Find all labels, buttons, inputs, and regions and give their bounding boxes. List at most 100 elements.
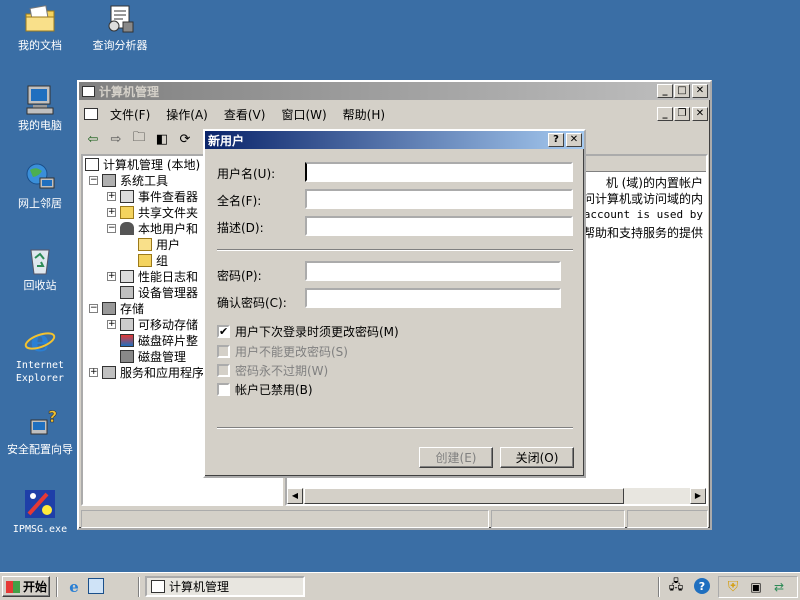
forward-arrow-icon[interactable]: ⇨ <box>106 130 126 148</box>
desktop-icon-internet-explorer[interactable]: e Internet Explorer <box>0 324 80 385</box>
account-disabled-checkbox[interactable]: 帐户已禁用(B) <box>217 381 313 398</box>
expand-icon[interactable]: + <box>107 271 116 281</box>
dialog-close-button[interactable]: ✕ <box>566 133 582 147</box>
tree-item[interactable]: 磁盘管理 <box>120 348 186 364</box>
desktop-icon-query-analyzer[interactable]: 查询分析器 <box>80 4 160 52</box>
password-label: 密码(P): <box>217 269 262 283</box>
collapse-icon[interactable]: − <box>89 303 98 313</box>
back-arrow-icon[interactable]: ⇦ <box>83 130 103 148</box>
checkbox-box[interactable] <box>217 345 230 358</box>
tree-item-label: 组 <box>156 253 169 268</box>
tree-item-label: 共享文件夹 <box>138 205 199 220</box>
refresh-icon[interactable]: ⟳ <box>175 130 195 148</box>
maximize-button[interactable]: □ <box>674 84 690 98</box>
menu-view[interactable]: 查看(V) <box>216 106 274 123</box>
my-computer-icon <box>23 84 57 116</box>
svg-text:e: e <box>30 324 49 356</box>
tree-item-label: 可移动存储 <box>138 317 199 332</box>
horizontal-scrollbar[interactable]: ◀ ▶ <box>287 488 706 504</box>
show-desktop-icon[interactable] <box>88 578 104 594</box>
shared-folder-icon <box>120 205 134 219</box>
scroll-left-icon[interactable]: ◀ <box>287 488 303 504</box>
new-user-dialog[interactable]: 新用户 ? ✕ 用户名(U): 全名(F): 描述(D): 密码(P): 确认密… <box>203 129 586 478</box>
desktop-icon-network[interactable]: 网上邻居 <box>0 162 80 210</box>
checkbox-box[interactable] <box>217 383 230 396</box>
tree-item[interactable]: + 可移动存储 <box>107 316 198 332</box>
dialog-titlebar[interactable]: 新用户 ? ✕ <box>205 131 584 149</box>
tree-item[interactable]: + 性能日志和 <box>107 268 198 284</box>
must-change-password-checkbox[interactable]: ✔ 用户下次登录时须更改密码(M) <box>217 323 399 340</box>
username-field[interactable] <box>305 162 573 182</box>
menu-file[interactable]: 文件(F) <box>102 106 158 123</box>
quick-launch-divider <box>56 577 58 597</box>
tree-item[interactable]: + 共享文件夹 <box>107 204 198 220</box>
shield-tray-icon[interactable]: ⛨ <box>723 578 743 596</box>
display-tray-icon[interactable]: ▣ <box>746 578 766 596</box>
close-dialog-button[interactable]: 关闭(O) <box>500 447 574 468</box>
checkbox-box[interactable] <box>217 364 230 377</box>
network-tray-icon[interactable]: 🖧 <box>666 578 686 596</box>
tree-item[interactable]: − 系统工具 <box>89 172 168 188</box>
tree-item[interactable]: − 本地用户和 <box>107 220 198 236</box>
tree-item[interactable]: − 存储 <box>89 300 144 316</box>
tree-item[interactable]: 计算机管理 (本地) <box>85 156 200 172</box>
menu-action[interactable]: 操作(A) <box>158 106 216 123</box>
desktop-icon-my-computer[interactable]: 我的电脑 <box>0 84 80 132</box>
confirm-password-field[interactable] <box>305 288 561 308</box>
tree-item-label: 系统工具 <box>120 173 169 188</box>
tree-item[interactable]: 磁盘碎片整 <box>120 332 198 348</box>
tree-item[interactable]: + 事件查看器 <box>107 188 198 204</box>
scroll-right-icon[interactable]: ▶ <box>690 488 706 504</box>
minimize-button[interactable]: _ <box>657 84 673 98</box>
main-window-titlebar[interactable]: 计算机管理 _ □ ✕ <box>79 82 710 100</box>
query-analyzer-icon <box>103 4 137 36</box>
expand-icon[interactable]: + <box>107 207 116 217</box>
create-button[interactable]: 创建(E) <box>419 447 493 468</box>
start-button[interactable]: 开始 <box>2 576 50 597</box>
safely-remove-tray-icon[interactable]: ⇄ <box>769 578 789 596</box>
details-line: 问计算机或访问域的内 <box>582 192 703 206</box>
system-tray: ⛨ ▣ ⇄ <box>718 576 798 598</box>
help-button[interactable]: ? <box>548 133 564 147</box>
folder-open-icon <box>138 237 152 251</box>
scroll-thumb[interactable] <box>304 488 624 504</box>
collapse-icon[interactable]: − <box>89 175 98 185</box>
collapse-icon[interactable]: − <box>107 223 116 233</box>
up-folder-icon[interactable]: 🗀 <box>129 130 149 148</box>
desktop-icon-label-line1: Internet <box>15 360 65 371</box>
tree-item[interactable]: 用户 <box>138 236 180 252</box>
description-field[interactable] <box>305 216 573 236</box>
ie-quicklaunch-icon[interactable]: e <box>64 578 84 596</box>
details-line: 帮助和支持服务的提供 <box>582 226 703 240</box>
expand-icon[interactable]: + <box>107 319 116 329</box>
desktop-icon-my-documents[interactable]: 我的文档 <box>0 4 80 52</box>
users-icon <box>120 221 134 235</box>
menu-help[interactable]: 帮助(H) <box>335 106 393 123</box>
desktop-icon-recycle-bin[interactable]: 回收站 <box>0 244 80 292</box>
cannot-change-password-checkbox[interactable]: 用户不能更改密码(S) <box>217 343 348 360</box>
expand-icon[interactable]: + <box>89 367 98 377</box>
tree-item[interactable]: + 服务和应用程序 <box>89 364 204 380</box>
fullname-label: 全名(F): <box>217 194 262 208</box>
menu-window[interactable]: 窗口(W) <box>273 106 334 123</box>
tree-item[interactable]: 组 <box>138 252 168 268</box>
child-minimize-button[interactable]: _ <box>657 107 673 121</box>
show-hide-tree-icon[interactable]: ◧ <box>152 130 172 148</box>
desktop-icon-ipmsg[interactable]: IPMSG.exe <box>0 488 80 536</box>
fullname-field[interactable] <box>305 189 573 209</box>
child-restore-button[interactable]: ❐ <box>674 107 690 121</box>
taskbar: 开始 e 计算机管理 🖧 ? ⛨ ▣ ⇄ <box>0 572 800 600</box>
password-field[interactable] <box>305 261 561 281</box>
child-close-button[interactable]: ✕ <box>692 107 708 121</box>
desktop-icon-security-wizard[interactable]: ? 安全配置向导 <box>0 407 80 456</box>
mmc-icon <box>84 108 98 120</box>
tree-item[interactable]: 设备管理器 <box>120 284 198 300</box>
checkmark-icon[interactable]: ✔ <box>217 325 230 338</box>
help-tray-icon[interactable]: ? <box>694 578 710 594</box>
task-button-computer-management[interactable]: 计算机管理 <box>145 576 305 597</box>
close-button[interactable]: ✕ <box>692 84 708 98</box>
main-window-title: 计算机管理 <box>99 84 160 99</box>
password-never-expires-checkbox[interactable]: 密码永不过期(W) <box>217 362 328 379</box>
expand-icon[interactable]: + <box>107 191 116 201</box>
separator <box>217 249 573 251</box>
